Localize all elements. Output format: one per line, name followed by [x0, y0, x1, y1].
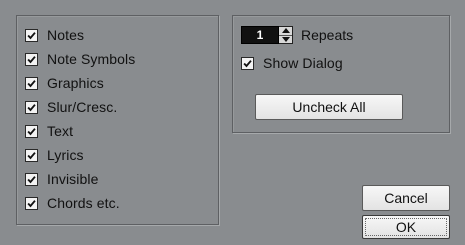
uncheck-all-button[interactable]: Uncheck All — [255, 94, 403, 120]
slur-cresc-label: Slur/Cresc. — [47, 99, 118, 115]
cancel-label: Cancel — [384, 190, 428, 206]
show-dialog-checkbox[interactable]: Show Dialog — [241, 53, 343, 73]
invisible-label: Invisible — [47, 171, 99, 187]
checkmark-icon — [25, 124, 38, 138]
text-label: Text — [47, 123, 74, 139]
lyrics-label: Lyrics — [47, 147, 84, 163]
repeats-stepper[interactable]: 1 — [241, 26, 293, 44]
filter-options-group: Notes Note Symbols Graphics Slur/Cresc. … — [16, 15, 219, 225]
checkmark-icon — [241, 56, 254, 70]
text-checkbox[interactable]: Text — [25, 121, 73, 141]
note-symbols-checkbox[interactable]: Note Symbols — [25, 49, 135, 69]
graphics-checkbox[interactable]: Graphics — [25, 73, 104, 93]
focus-ring — [365, 218, 447, 236]
chords-etc-label: Chords etc. — [47, 195, 120, 211]
notes-checkbox[interactable]: Notes — [25, 25, 84, 45]
checkmark-icon — [25, 148, 38, 162]
options-group: 1 Repeats Show Dialog Uncheck All — [232, 15, 450, 133]
arrow-down-icon[interactable] — [279, 36, 292, 44]
graphics-label: Graphics — [47, 75, 104, 91]
checkmark-icon — [25, 52, 38, 66]
cancel-button[interactable]: Cancel — [362, 185, 450, 211]
notes-label: Notes — [47, 27, 85, 43]
invisible-checkbox[interactable]: Invisible — [25, 169, 98, 189]
ok-button[interactable]: OK — [362, 215, 450, 239]
stepper-arrows[interactable] — [279, 26, 293, 44]
show-dialog-label: Show Dialog — [263, 55, 343, 71]
checkmark-icon — [25, 100, 38, 114]
arrow-up-icon[interactable] — [279, 27, 292, 36]
repeats-value[interactable]: 1 — [241, 26, 279, 44]
chords-etc-checkbox[interactable]: Chords etc. — [25, 193, 120, 213]
checkmark-icon — [25, 196, 38, 210]
checkmark-icon — [25, 76, 38, 90]
checkmark-icon — [25, 172, 38, 186]
checkmark-icon — [25, 28, 38, 42]
note-symbols-label: Note Symbols — [47, 51, 136, 67]
slur-cresc-checkbox[interactable]: Slur/Cresc. — [25, 97, 117, 117]
repeats-label: Repeats — [301, 27, 354, 43]
lyrics-checkbox[interactable]: Lyrics — [25, 145, 84, 165]
